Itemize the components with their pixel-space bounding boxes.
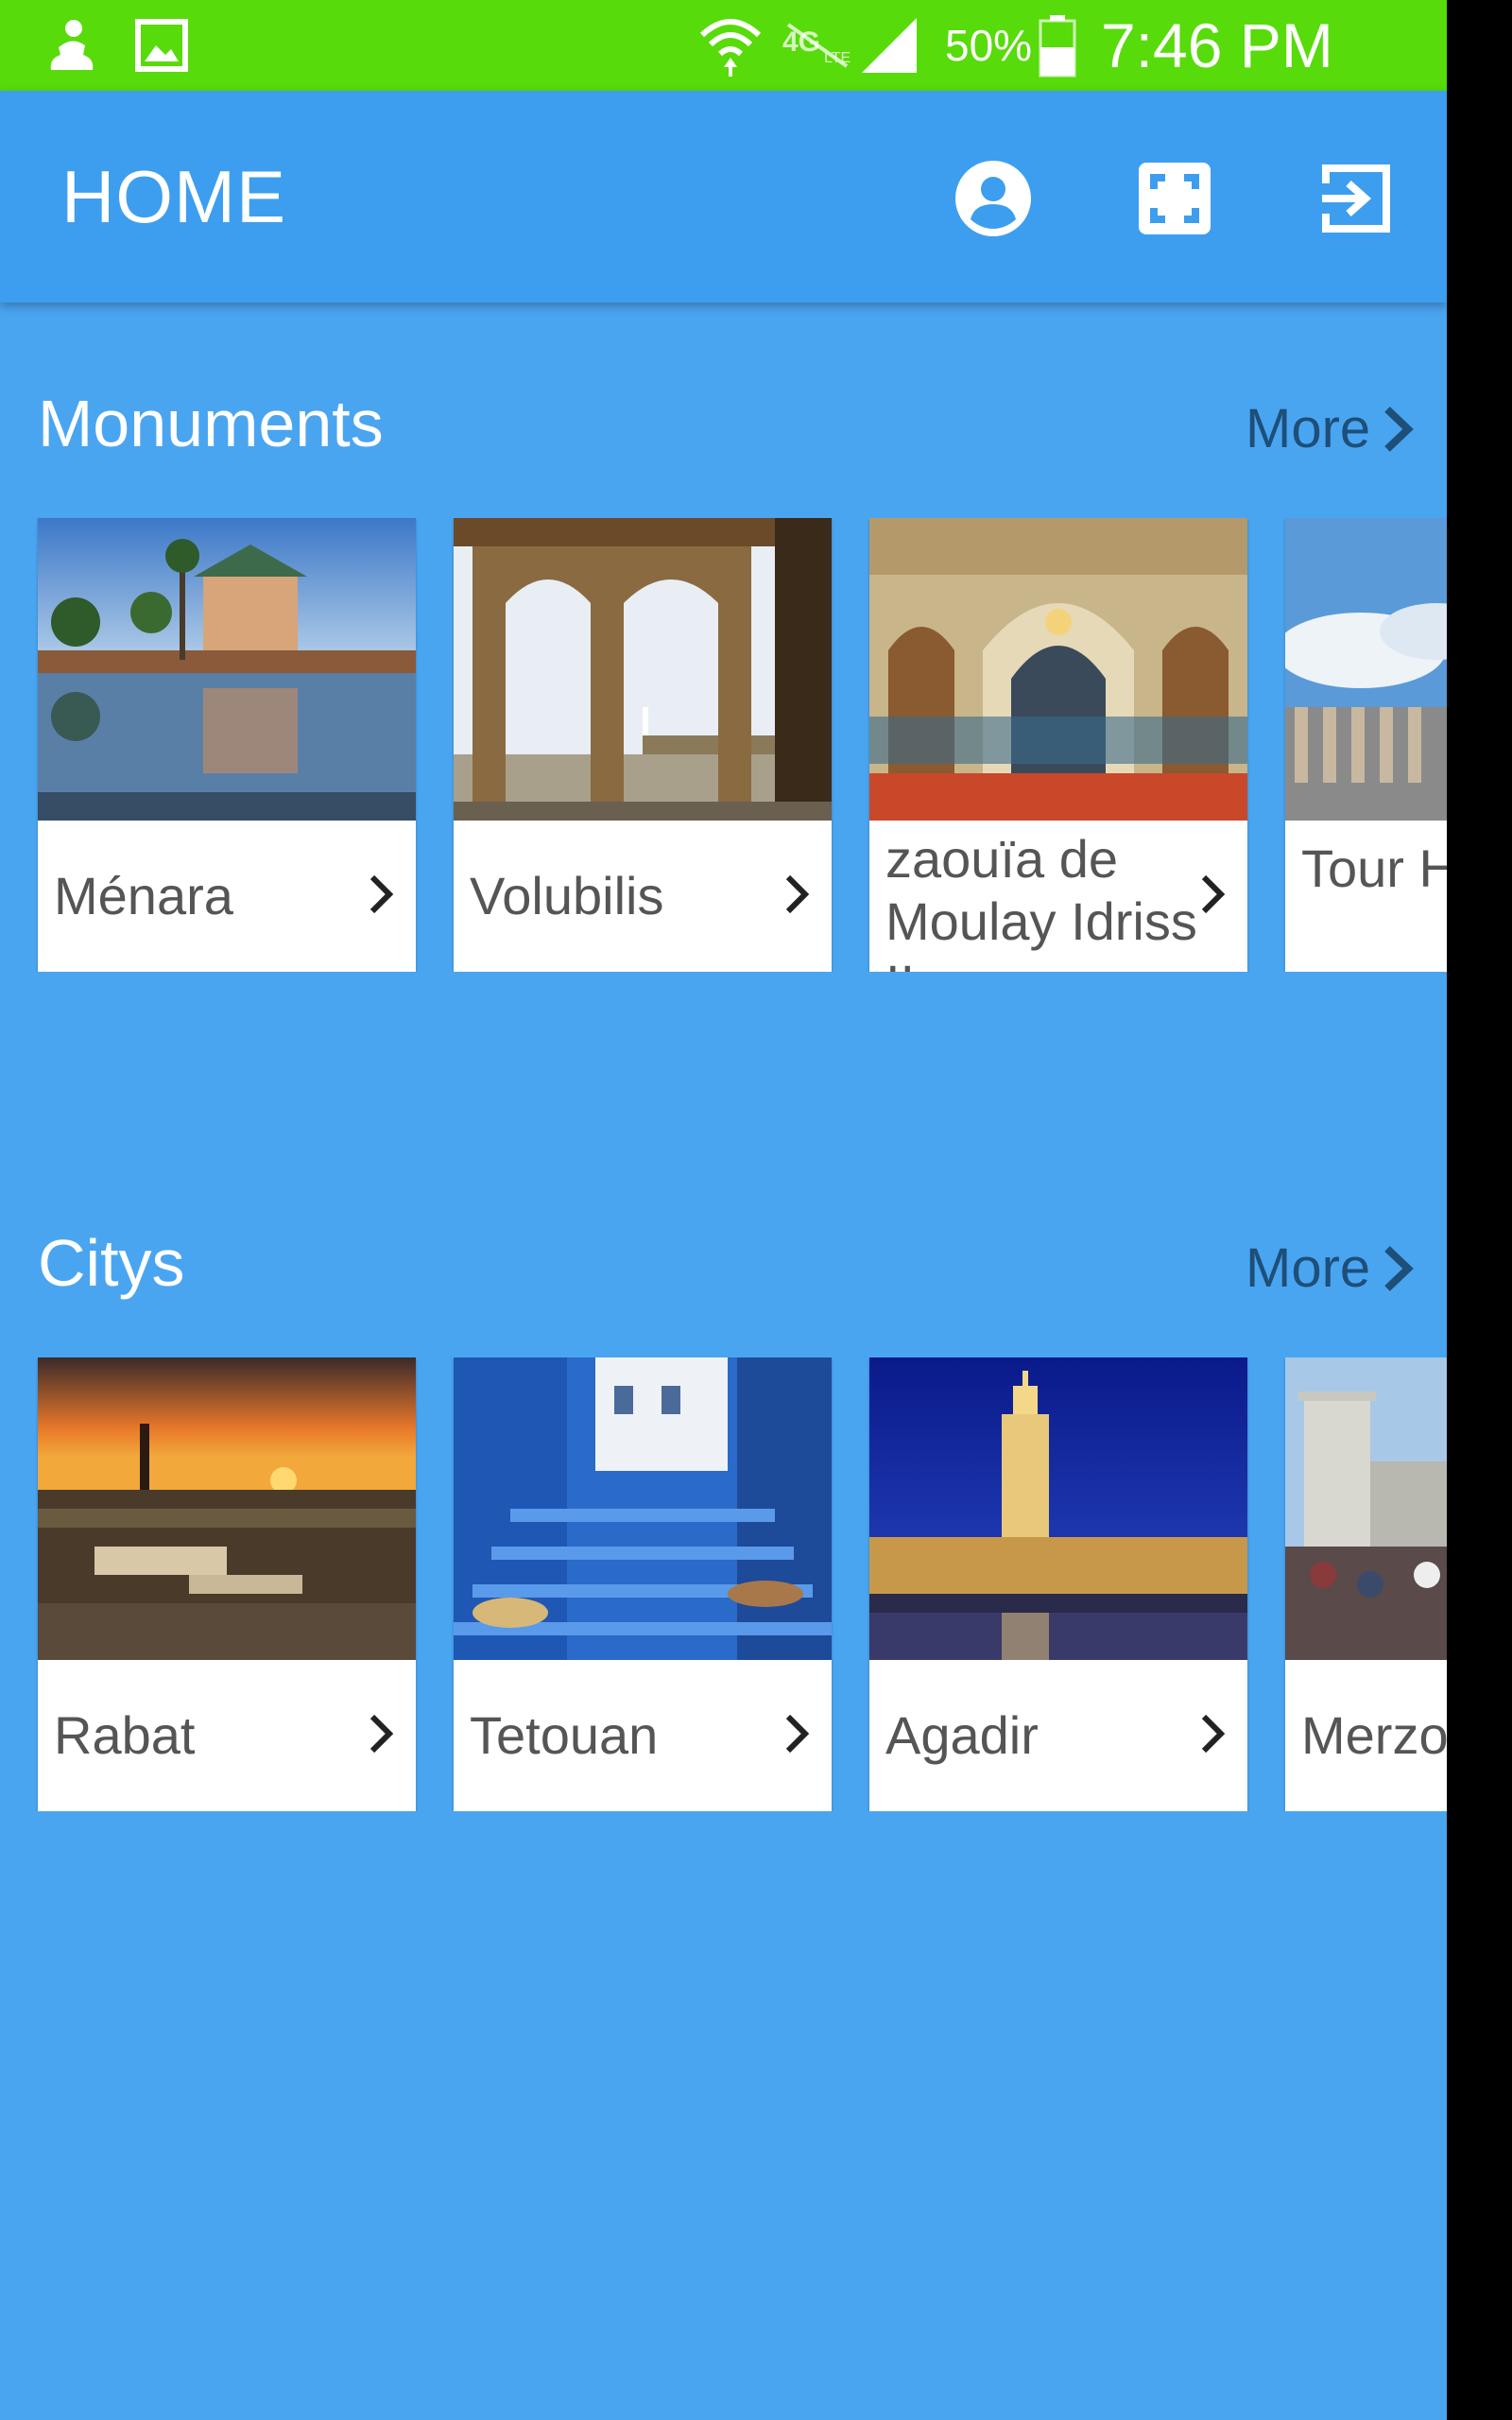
card-title: Volubilis xyxy=(470,866,664,925)
tetouan-image xyxy=(454,1357,832,1660)
card-menara[interactable]: Ménara xyxy=(38,518,416,972)
more-citys-link[interactable]: More xyxy=(1246,1236,1414,1300)
more-label: More xyxy=(1246,1237,1371,1299)
tour-hassan-image xyxy=(1285,518,1447,821)
menara-image xyxy=(38,518,416,821)
card-volubilis[interactable]: Volubilis xyxy=(454,518,832,972)
card-footer: Merzouga xyxy=(1285,1660,1447,1811)
wifi-icon xyxy=(697,0,764,91)
account-button[interactable] xyxy=(948,153,1039,244)
app-bar: HOME xyxy=(0,91,1447,302)
card-title: Tetouan xyxy=(470,1705,659,1765)
fullscreen-icon xyxy=(1139,163,1211,234)
monuments-carousel[interactable]: Ménara Volubilis zaouïa de Moulay Idriss… xyxy=(0,518,1447,972)
status-bar: 4G LTE 50% 7:46 PM xyxy=(0,0,1447,91)
card-tour-hassan[interactable]: Tour Hassan xyxy=(1285,518,1447,972)
gallery-icon xyxy=(135,0,188,91)
logout-button[interactable] xyxy=(1311,153,1401,244)
chevron-right-icon xyxy=(369,874,394,914)
chevron-right-icon xyxy=(1201,1714,1226,1754)
card-title: zaouïa de Moulay Idriss II xyxy=(885,829,1197,972)
lte-icon: 4G LTE xyxy=(781,0,852,91)
more-label: More xyxy=(1246,398,1371,459)
card-title: Ménara xyxy=(54,866,233,925)
app-screen: 4G LTE 50% 7:46 PM HOME xyxy=(0,0,1447,2420)
card-agadir[interactable]: Agadir xyxy=(869,1357,1247,1811)
card-zaouia[interactable]: zaouïa de Moulay Idriss II xyxy=(869,518,1247,972)
chevron-right-icon xyxy=(785,874,810,914)
card-footer: Volubilis xyxy=(454,821,832,972)
card-footer: Ménara xyxy=(38,821,416,972)
chevron-right-icon xyxy=(785,1714,810,1754)
card-title: Agadir xyxy=(885,1705,1039,1765)
signal-icon xyxy=(858,0,920,91)
page-title: HOME xyxy=(61,155,286,238)
chevron-right-icon xyxy=(369,1714,394,1754)
card-title: Merzouga xyxy=(1301,1705,1447,1765)
card-title: Rabat xyxy=(54,1705,196,1765)
chevron-right-icon xyxy=(1384,406,1414,452)
citys-carousel[interactable]: Rabat Tetouan Agadir Merzo xyxy=(0,1357,1447,1811)
section-title-citys: Citys xyxy=(38,1226,185,1300)
chevron-right-icon xyxy=(1201,874,1226,914)
card-tetouan[interactable]: Tetouan xyxy=(454,1357,832,1811)
card-merzouga[interactable]: Merzouga xyxy=(1285,1357,1447,1811)
account-circle-icon xyxy=(955,161,1031,236)
section-title-monuments: Monuments xyxy=(38,387,384,460)
chevron-right-icon xyxy=(1384,1245,1414,1291)
agadir-image xyxy=(869,1357,1247,1660)
card-footer: Rabat xyxy=(38,1660,416,1811)
more-monuments-link[interactable]: More xyxy=(1246,397,1414,460)
rabat-image xyxy=(38,1357,416,1660)
volubilis-image xyxy=(454,518,832,821)
exit-to-app-icon xyxy=(1322,164,1390,233)
card-rabat[interactable]: Rabat xyxy=(38,1357,416,1811)
card-title: Tour Hassan xyxy=(1301,838,1447,898)
clock: 7:46 PM xyxy=(1101,10,1333,80)
zaouia-image xyxy=(869,518,1247,821)
card-footer: Tetouan xyxy=(454,1660,832,1811)
battery-icon xyxy=(1037,0,1078,91)
battery-percent: 50% xyxy=(945,21,1033,70)
merzouga-image xyxy=(1285,1357,1447,1660)
notification-icon xyxy=(45,0,98,91)
fullscreen-button[interactable] xyxy=(1129,153,1220,244)
card-footer: Tour Hassan xyxy=(1285,821,1447,972)
card-footer: Agadir xyxy=(869,1660,1247,1811)
card-footer: zaouïa de Moulay Idriss II xyxy=(869,821,1247,972)
